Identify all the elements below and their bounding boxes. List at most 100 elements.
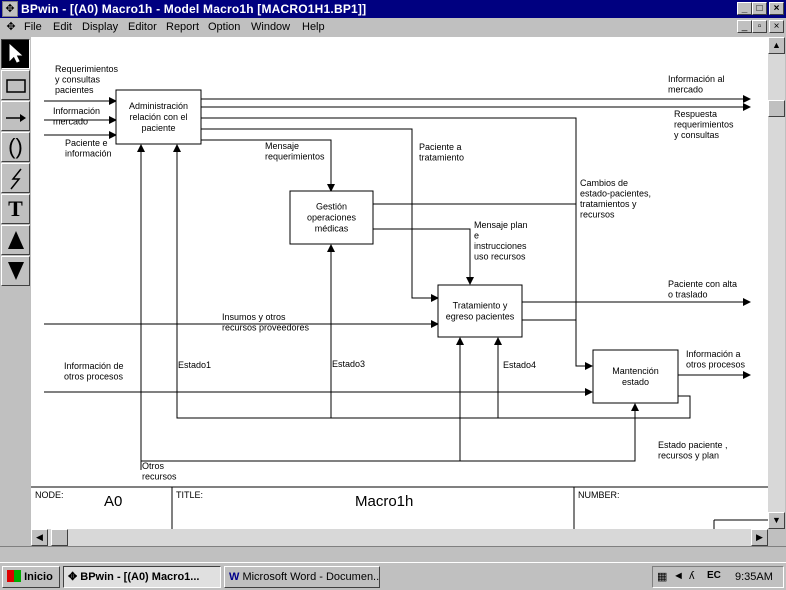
box-tratamiento-text: egreso pacientes xyxy=(446,312,515,322)
doc-minimize-button[interactable]: _ xyxy=(737,20,752,33)
arrow-label-line: Insumos y otros xyxy=(222,312,286,322)
arrow-label-line: Información de xyxy=(64,361,124,371)
pointer-tool[interactable] xyxy=(1,39,30,69)
arrow-label[interactable]: Insumos y otros recursos proveedores xyxy=(222,312,310,333)
scroll-down-button[interactable]: ▼ xyxy=(768,512,785,529)
arrow-label[interactable]: Paciente a tratamiento xyxy=(419,142,464,163)
taskbar: Inicio ✥ BPwin - [(A0) Macro1... W Micro… xyxy=(0,562,786,590)
task-bpwin[interactable]: ✥ BPwin - [(A0) Macro1... xyxy=(63,566,221,588)
squiggle-tool[interactable] xyxy=(1,163,30,193)
tunnel-tool[interactable]: () xyxy=(1,132,30,162)
arrow-label-line: Información xyxy=(53,106,100,116)
arrow-label-line: Mensaje xyxy=(265,141,299,151)
task-word[interactable]: W Microsoft Word - Documen... xyxy=(224,566,380,588)
arrow-label-line: tratamiento xyxy=(419,153,464,163)
word-icon: W xyxy=(229,571,240,583)
keyboard-icon[interactable]: EC xyxy=(707,570,721,581)
network-icon[interactable]: ▦ xyxy=(657,570,667,583)
vertical-scroll-thumb[interactable] xyxy=(768,100,785,117)
arrow-label-line: tratamientos y xyxy=(580,199,637,209)
minimize-button[interactable]: _ xyxy=(737,2,752,15)
menu-help[interactable]: Help xyxy=(302,21,325,33)
arrow-label-line: recursos xyxy=(580,210,615,220)
menu-report[interactable]: Report xyxy=(166,21,199,33)
arrow-label[interactable]: Información de otros procesos xyxy=(64,361,124,382)
menu-edit[interactable]: Edit xyxy=(53,21,72,33)
document-icon[interactable]: ✥ xyxy=(3,20,19,35)
box-gestion-text: operaciones xyxy=(307,213,357,223)
arrow-mensaje-plan[interactable] xyxy=(373,228,474,285)
arrow-icon xyxy=(5,114,26,122)
box-tool[interactable] xyxy=(1,70,30,100)
arrow-estado-paciente-recursos[interactable] xyxy=(141,403,639,462)
arrow-label-line: información xyxy=(65,149,112,159)
box-gestion[interactable]: Gestiónoperacionesmédicas xyxy=(289,190,374,245)
arrow-label-line: Estado3 xyxy=(332,359,365,369)
doc-restore-button[interactable]: ▫ xyxy=(752,20,767,33)
arrow-label[interactable]: Mensaje plan e instrucciones uso recursos xyxy=(474,220,528,262)
arrow-label[interactable]: Mensaje requerimientos xyxy=(265,141,325,162)
menu-display[interactable]: Display xyxy=(82,21,118,33)
box-administracion-text: relación con el xyxy=(129,112,187,122)
arrow-tool[interactable] xyxy=(1,101,30,131)
arrow-label[interactable]: Respuesta requerimientos y consultas xyxy=(674,109,734,140)
arrow-label[interactable]: Paciente con alta o traslado xyxy=(668,279,737,300)
text-tool[interactable]: T xyxy=(1,194,30,224)
scroll-left-button[interactable]: ◀ xyxy=(31,529,48,546)
arrow-label-line: Información al xyxy=(668,74,725,84)
arrow-label[interactable]: Información mercado xyxy=(53,106,100,127)
triangle-up-icon xyxy=(7,231,24,249)
arrow-label-line: otros procesos xyxy=(686,360,746,370)
title-value: Macro1h xyxy=(355,493,413,510)
box-tratamiento[interactable]: Tratamiento yegreso pacientes xyxy=(437,284,523,338)
box-mantencion[interactable]: Mantenciónestado xyxy=(592,349,679,404)
arrow-label[interactable]: Otros recursos xyxy=(142,461,177,482)
go-to-parent-tool[interactable] xyxy=(1,225,30,255)
box-mantencion-text: Mantención xyxy=(612,366,659,376)
box-administracion-text: paciente xyxy=(141,123,175,133)
menu-editor[interactable]: Editor xyxy=(128,21,157,33)
maximize-button[interactable]: □ xyxy=(752,2,767,15)
arrow-label-line: Mensaje plan xyxy=(474,220,528,230)
doc-close-button[interactable]: × xyxy=(769,20,784,33)
vertical-scrollbar[interactable]: ▲ ▼ xyxy=(768,37,785,529)
arrow-label-line: e xyxy=(474,231,479,241)
accessibility-icon[interactable]: ʎ xyxy=(689,570,695,582)
arrow-label[interactable]: Cambios de estado-pacientes, tratamientos … xyxy=(580,178,651,220)
parentheses-icon: () xyxy=(8,134,23,159)
bpwin-app-icon[interactable]: ✥ xyxy=(2,1,18,17)
close-button[interactable]: × xyxy=(769,2,784,15)
arrow-label-line: otros procesos xyxy=(64,372,124,382)
arrow-label[interactable]: Estado1 xyxy=(178,360,211,370)
scroll-up-button[interactable]: ▲ xyxy=(768,37,785,54)
arrow-label[interactable]: Información al mercado xyxy=(668,74,725,95)
menu-file[interactable]: File xyxy=(24,21,42,33)
arrow-label[interactable]: Estado3 xyxy=(332,359,365,369)
arrow-label-line: Estado1 xyxy=(178,360,211,370)
menu-window[interactable]: Window xyxy=(251,21,290,33)
system-tray: ▦ ◄ ʎ EC 9:35AM xyxy=(652,566,784,588)
arrow-label-line: y consultas xyxy=(55,75,101,85)
arrow-label[interactable]: Estado4 xyxy=(503,360,536,370)
arrow-label-line: Requerimientos xyxy=(55,64,119,74)
arrow-label[interactable]: Información a otros procesos xyxy=(686,349,746,370)
arrow-label[interactable]: Requerimientos y consultas pacientes xyxy=(55,64,119,95)
arrow-label-line: Información a xyxy=(686,349,741,359)
arrow-label-line: recursos y plan xyxy=(658,451,719,461)
speaker-icon[interactable]: ◄ xyxy=(673,570,684,582)
scroll-right-button[interactable]: ▶ xyxy=(751,529,768,546)
arrow-label-line: Cambios de xyxy=(580,178,628,188)
box-administracion[interactable]: Administraciónrelación con elpaciente xyxy=(115,89,202,145)
arrow-label-line: Otros xyxy=(142,461,165,471)
node-value: A0 xyxy=(104,493,122,510)
arrow-label[interactable]: Paciente e información xyxy=(65,138,112,159)
horizontal-scroll-thumb[interactable] xyxy=(51,529,68,546)
start-button[interactable]: Inicio xyxy=(2,566,60,588)
diagram-canvas[interactable]: Administración relación con el paciente Ges… xyxy=(31,37,768,529)
arrow-label[interactable]: Estado paciente , recursos y plan xyxy=(658,440,728,461)
go-to-child-tool[interactable] xyxy=(1,256,30,286)
arrow-label-line: Paciente con alta xyxy=(668,279,737,289)
menu-option[interactable]: Option xyxy=(208,21,240,33)
horizontal-scrollbar[interactable]: ◀ ▶ xyxy=(31,529,768,546)
arrow-label-line: uso recursos xyxy=(474,252,526,262)
